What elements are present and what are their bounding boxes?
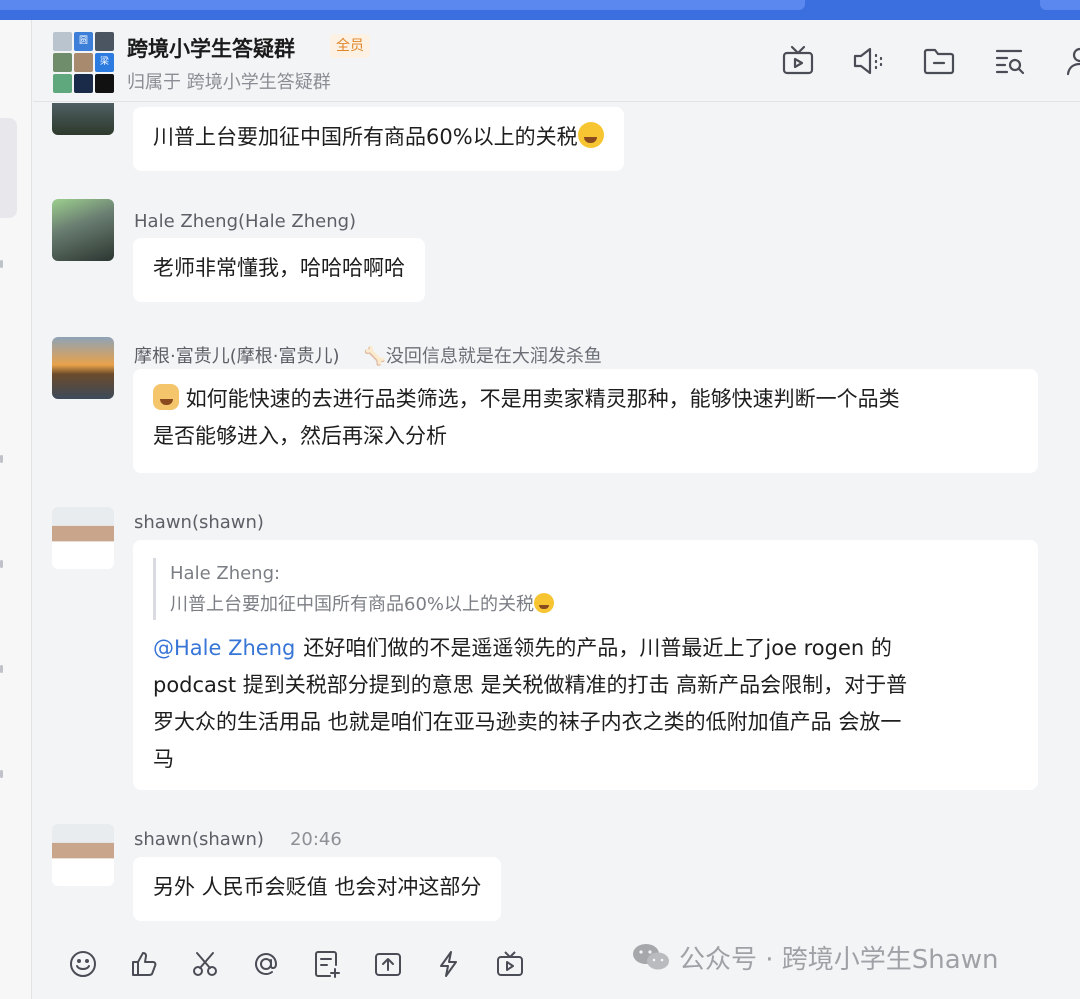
sidebar-marker <box>0 770 3 778</box>
message-bubble[interactable]: Hale Zheng: 川普上台要加征中国所有商品60%以上的关税 @Hale … <box>133 540 1038 790</box>
sender-name: shawn(shawn) 20:46 <box>134 829 342 850</box>
quote-author: Hale Zheng: <box>170 563 281 584</box>
joy-emoji-icon <box>534 593 555 613</box>
sender-status: 🦴没回信息就是在大润发杀鱼 <box>363 346 602 367</box>
group-subtitle: 归属于 跨境小学生答疑群 <box>127 72 331 93</box>
browser-tab[interactable] <box>0 0 805 10</box>
sidebar <box>0 20 32 999</box>
sidebar-marker <box>0 560 3 568</box>
sidebar-marker <box>0 455 3 463</box>
quoted-message[interactable]: Hale Zheng: 川普上台要加征中国所有商品60%以上的关税 <box>153 558 1018 620</box>
sender-name-text: shawn(shawn) <box>134 829 264 850</box>
chat-header: 圆 梁 跨境小学生答疑群 全员 归属于 跨境小学生答疑群 <box>33 20 1080 102</box>
message-timestamp: 20:46 <box>289 829 342 850</box>
window-top-bar <box>0 0 1080 20</box>
thumbs-up-icon[interactable] <box>129 949 159 979</box>
message-list[interactable]: 川普上台要加征中国所有商品60%以上的关税 Hale Zheng(Hale Zh… <box>33 103 1080 925</box>
avatar[interactable] <box>52 824 114 886</box>
avatar[interactable] <box>52 507 114 569</box>
tv-icon[interactable] <box>781 44 815 78</box>
message-text: 是否能够进入，然后再深入分析 <box>153 424 447 448</box>
lightning-icon[interactable] <box>434 949 464 979</box>
wechat-logo-icon <box>631 942 671 972</box>
user-icon[interactable] <box>1063 44 1080 78</box>
message-text: 另外 人民币会贬值 也会对冲这部分 <box>153 875 482 899</box>
avatar[interactable] <box>52 103 114 135</box>
sender-name: Hale Zheng(Hale Zheng) <box>134 211 357 232</box>
message-bubble[interactable]: 如何能快速的去进行品类筛选，不是用卖家精灵那种，能够快速判断一个品类 是否能够进… <box>133 369 1038 473</box>
message-text: podcast 提到关税部分提到的意思 是关税做精准的打击 高新产品会限制，对于… <box>153 673 908 697</box>
watermark-text: 公众号 · 跨境小学生Shawn <box>679 945 999 975</box>
sender-name: shawn(shawn) <box>134 512 264 533</box>
at-icon[interactable] <box>251 949 281 979</box>
search-list-icon[interactable] <box>993 44 1027 78</box>
message-text: 川普上台要加征中国所有商品60%以上的关税 <box>153 125 578 149</box>
mention-link[interactable]: @Hale Zheng <box>153 636 295 660</box>
emoji-icon[interactable] <box>68 949 98 979</box>
quote-text: 川普上台要加征中国所有商品60%以上的关税 <box>170 594 535 615</box>
joy-emoji-icon <box>577 122 604 148</box>
browser-tab-secondary[interactable] <box>1040 0 1080 10</box>
message-text: 马 <box>153 747 174 771</box>
sender-name-text: 摩根·富贵儿(摩根·富贵儿) <box>134 346 340 367</box>
video-icon[interactable] <box>495 949 525 979</box>
upload-icon[interactable] <box>373 949 403 979</box>
message-text: 如何能快速的去进行品类筛选，不是用卖家精灵那种，能够快速判断一个品类 <box>185 387 900 411</box>
folder-icon[interactable] <box>922 44 956 78</box>
message-text: 还好咱们做的不是遥遥领先的产品，川普最近上了joe rogen 的 <box>303 636 892 660</box>
add-doc-icon[interactable] <box>312 949 342 979</box>
sender-name: 摩根·富贵儿(摩根·富贵儿) 🦴没回信息就是在大润发杀鱼 <box>134 342 602 368</box>
avatar[interactable] <box>52 199 114 261</box>
scissors-icon[interactable] <box>190 949 220 979</box>
sidebar-marker <box>0 665 3 673</box>
message-bubble[interactable]: 川普上台要加征中国所有商品60%以上的关税 <box>133 107 624 171</box>
sidebar-selected-item[interactable] <box>0 118 17 218</box>
watermark: 公众号 · 跨境小学生Shawn <box>631 939 998 976</box>
speaker-icon[interactable] <box>851 44 885 78</box>
message-bubble[interactable]: 老师非常懂我，哈哈哈啊哈 <box>133 238 425 302</box>
sidebar-marker <box>0 260 3 268</box>
message-bubble[interactable]: 另外 人民币会贬值 也会对冲这部分 <box>133 857 502 921</box>
member-badge: 全员 <box>330 34 370 58</box>
message-text: 罗大众的生活用品 也就是咱们在亚马逊卖的袜子内衣之类的低附加值产品 会放一 <box>153 710 902 734</box>
group-avatar[interactable]: 圆 梁 <box>53 32 115 94</box>
thinking-emoji-icon <box>153 384 179 410</box>
input-toolbar: 公众号 · 跨境小学生Shawn <box>33 925 1080 999</box>
message-text: 老师非常懂我，哈哈哈啊哈 <box>153 256 405 280</box>
avatar[interactable] <box>52 337 114 399</box>
group-title[interactable]: 跨境小学生答疑群 <box>127 33 295 63</box>
